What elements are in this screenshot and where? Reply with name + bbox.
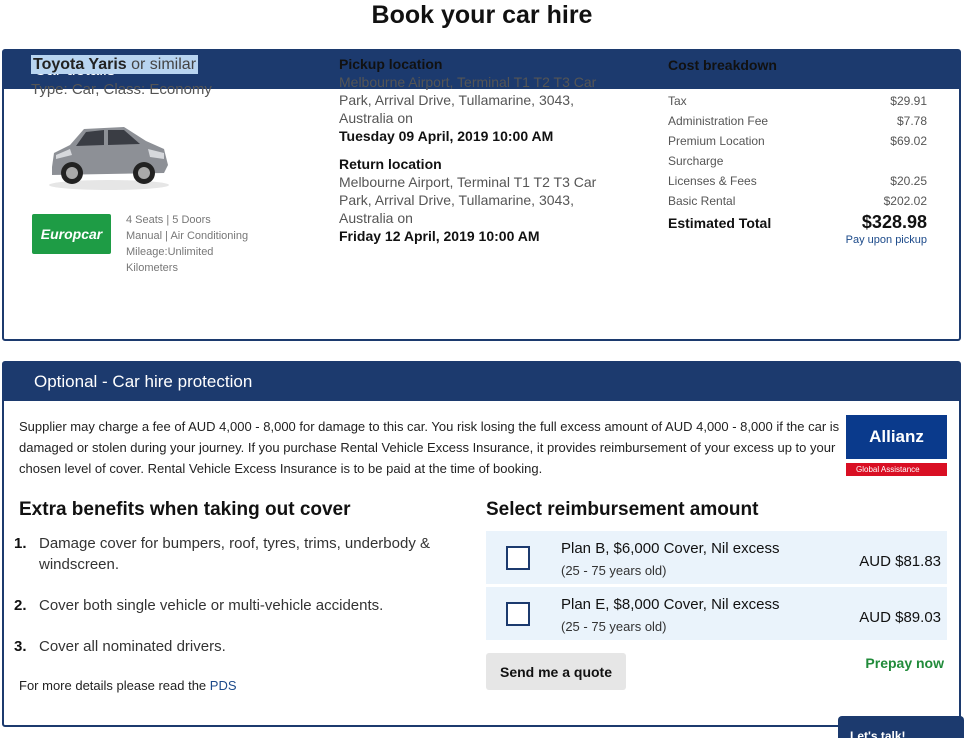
protection-header: Optional - Car hire protection (4, 363, 959, 401)
allianz-wordmark: Allianz (846, 415, 947, 459)
allianz-logo: Allianz Global Assistance (846, 415, 947, 476)
benefits-title: Extra benefits when taking out cover (19, 499, 351, 520)
cost-label: Licenses & Fees (668, 174, 757, 188)
total-label: Estimated Total (668, 215, 772, 231)
chat-tab[interactable]: Let's talk! (838, 716, 964, 738)
cost-row: Basic Rental $202.02 (668, 191, 927, 211)
list-item: 2. Cover both single vehicle or multi-ve… (14, 595, 454, 616)
benefit-text: Cover all nominated drivers. (39, 638, 226, 655)
cost-value: $29.91 (890, 94, 927, 108)
spec-seats-doors: 4 Seats | 5 Doors (126, 214, 211, 226)
plan-age: (25 - 75 years old) (561, 563, 667, 578)
pickup-address: Melbourne Airport, Terminal T1 T2 T3 Car… (339, 74, 597, 126)
return-address: Melbourne Airport, Terminal T1 T2 T3 Car… (339, 174, 597, 226)
car-name: Toyota Yaris or similar (31, 55, 199, 74)
cost-value: $20.25 (890, 174, 927, 188)
car-specs: 4 Seats | 5 Doors Manual | Air Condition… (126, 212, 276, 276)
benefit-number: 2. (14, 597, 27, 614)
plan-option-b[interactable]: Plan B, $6,000 Cover, Nil excess (25 - 7… (486, 531, 947, 584)
cost-breakdown: Cost breakdown Tax $29.91 Administration… (668, 57, 927, 246)
cost-label: Premium Location Surcharge (668, 134, 765, 168)
allianz-subtitle: Global Assistance (846, 463, 947, 476)
car-type: Type: Car, Class: Economy (31, 81, 212, 98)
plan-option-e[interactable]: Plan E, $8,000 Cover, Nil excess (25 - 7… (486, 587, 947, 640)
pickup-location: Pickup location Melbourne Airport, Termi… (339, 55, 609, 145)
cost-label: Basic Rental (668, 194, 736, 208)
return-date: Friday 12 April, 2019 10:00 AM (339, 228, 540, 244)
return-location: Return location Melbourne Airport, Termi… (339, 155, 609, 245)
cost-label: Administration Fee (668, 114, 769, 128)
pickup-title: Pickup location (339, 56, 443, 72)
cost-value: $69.02 (890, 134, 927, 148)
spec-transmission: Manual | Air Conditioning (126, 230, 249, 242)
plan-name: Plan E, $8,000 Cover, Nil excess (561, 596, 780, 613)
plan-price: AUD $89.03 (859, 609, 941, 626)
car-similar: or similar (131, 56, 197, 73)
page-title: Book your car hire (371, 1, 593, 29)
benefit-number: 3. (14, 638, 27, 655)
list-item: 3. Cover all nominated drivers. (14, 636, 454, 657)
prepay-now-link[interactable]: Prepay now (865, 655, 944, 671)
cost-row: Administration Fee $7.78 (668, 111, 927, 131)
total-value: $328.98 (861, 212, 927, 232)
cost-label: Tax (668, 94, 687, 108)
benefit-text: Cover both single vehicle or multi-vehic… (39, 597, 384, 614)
benefit-number: 1. (14, 535, 27, 552)
plan-e-checkbox[interactable] (506, 602, 530, 626)
protection-panel: Optional - Car hire protection Supplier … (2, 361, 961, 727)
car-image (49, 127, 169, 190)
protection-description: Supplier may charge a fee of AUD 4,000 -… (19, 419, 840, 476)
list-item: 1. Damage cover for bumpers, roof, tyres… (14, 533, 454, 575)
spec-mileage: Mileage:Unlimited (126, 246, 214, 258)
return-title: Return location (339, 156, 442, 172)
plan-price: AUD $81.83 (859, 553, 941, 570)
pds-link[interactable]: PDS (210, 678, 237, 693)
cost-row: Tax $29.91 (668, 91, 927, 111)
pickup-date: Tuesday 09 April, 2019 10:00 AM (339, 128, 554, 144)
pds-line: For more details please read the PDS (19, 678, 237, 693)
cost-value: $202.02 (883, 194, 927, 208)
estimated-total: Estimated Total $328.98 (668, 212, 927, 233)
cost-title: Cost breakdown (668, 57, 777, 73)
cost-value: $7.78 (896, 114, 927, 128)
pay-note: Pay upon pickup (845, 234, 927, 246)
reimbursement-title: Select reimbursement amount (486, 499, 759, 520)
cost-row: Licenses & Fees $20.25 (668, 171, 927, 191)
benefits-list: 1. Damage cover for bumpers, roof, tyres… (14, 533, 454, 677)
spec-unit: Kilometers (126, 262, 178, 274)
plan-name: Plan B, $6,000 Cover, Nil excess (561, 540, 780, 557)
car-model: Toyota Yaris (33, 56, 127, 73)
pds-text: For more details please read the (19, 678, 210, 693)
plan-age: (25 - 75 years old) (561, 619, 667, 634)
cost-row: Premium Location Surcharge $69.02 (668, 131, 927, 171)
europcar-logo: Europcar (32, 214, 111, 254)
plan-b-checkbox[interactable] (506, 546, 530, 570)
send-quote-button[interactable]: Send me a quote (486, 653, 626, 690)
benefit-text: Damage cover for bumpers, roof, tyres, t… (39, 535, 430, 573)
